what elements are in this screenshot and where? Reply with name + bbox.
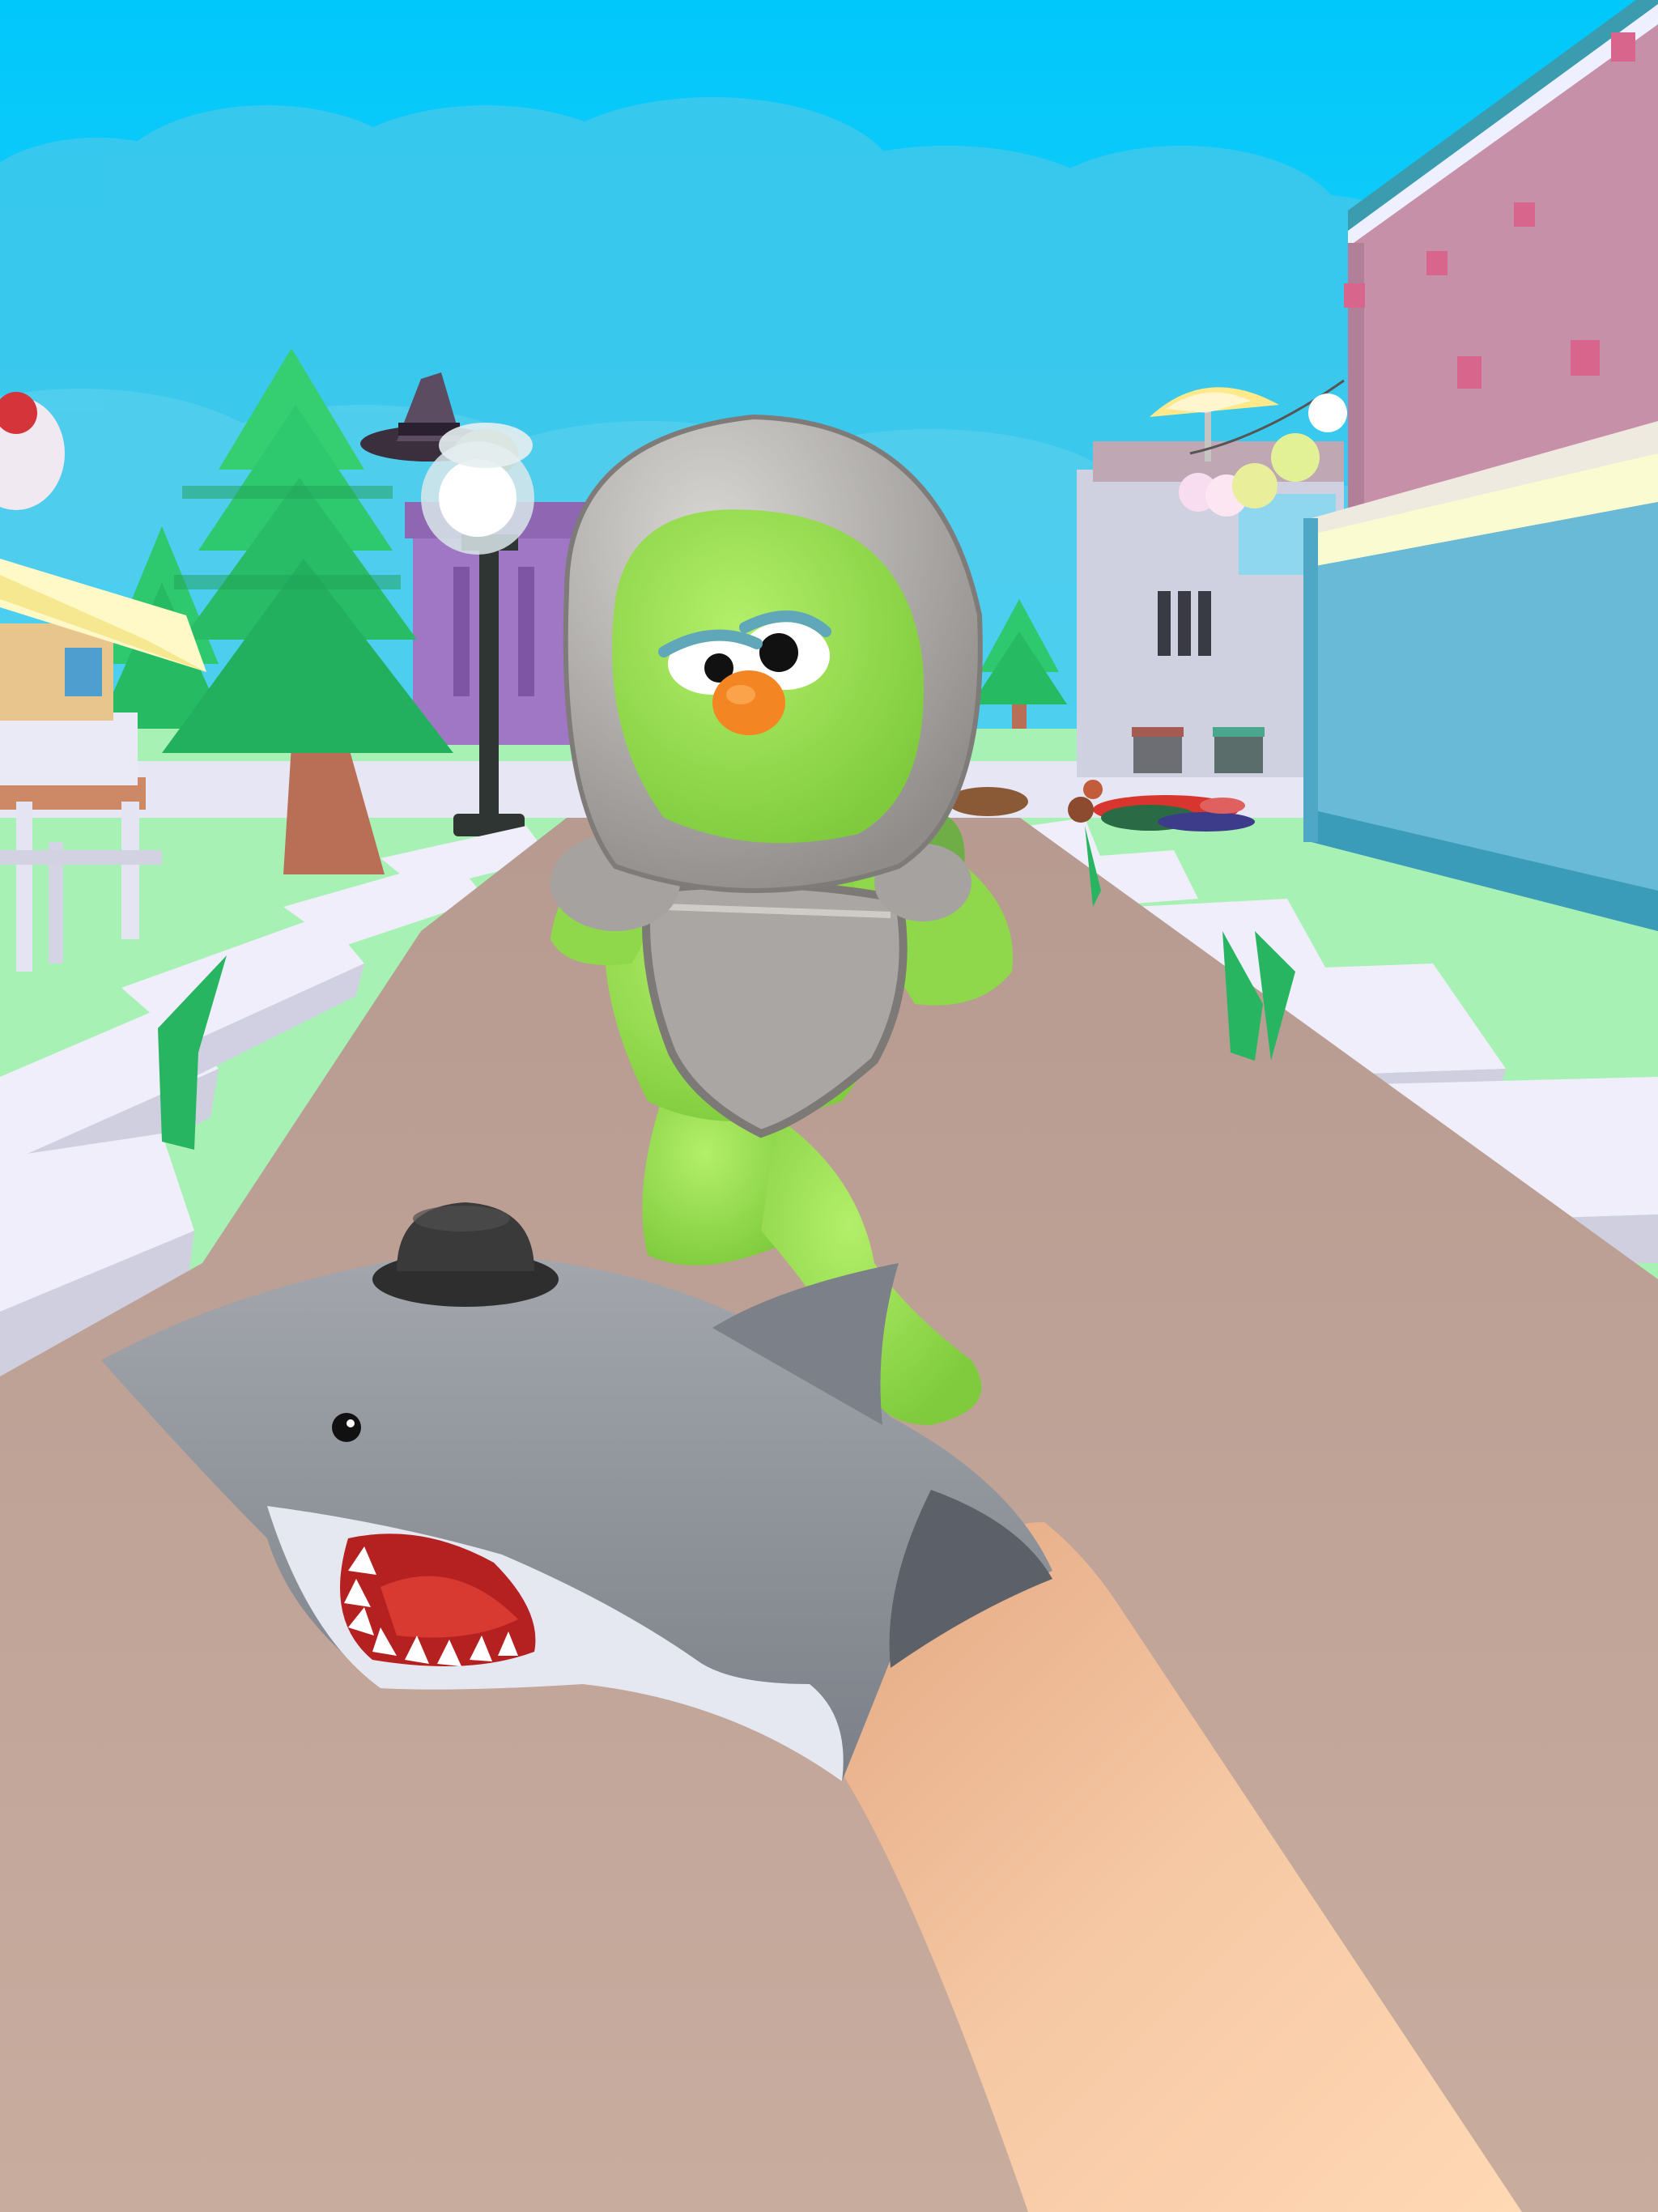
game-viewport[interactable] (0, 0, 1658, 2212)
shark-eye (332, 1413, 361, 1442)
mailbox (0, 623, 113, 721)
game-scene[interactable] (0, 0, 1658, 2212)
creature-beak (712, 670, 785, 735)
